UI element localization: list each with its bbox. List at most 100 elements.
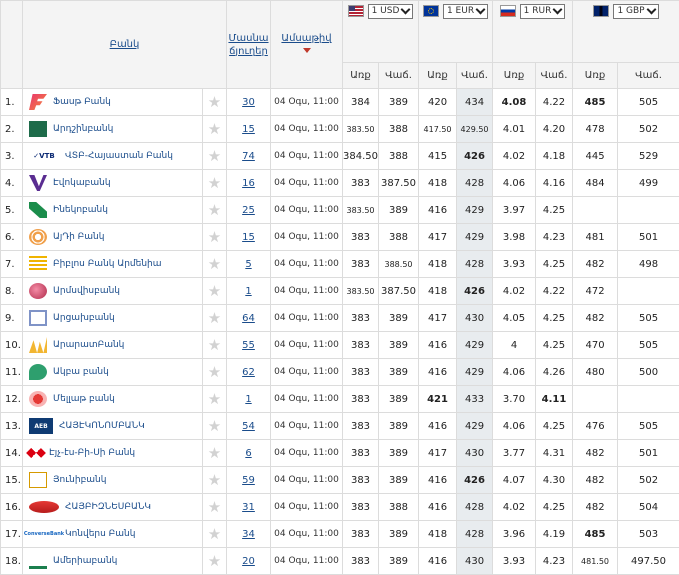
bank-name-link[interactable]: Էվոկաբանկ: [53, 178, 111, 188]
bank-name-link[interactable]: Կոնվերս Բանկ: [65, 529, 135, 539]
bank-name-cell[interactable]: Ամերիաբանկ: [23, 548, 203, 575]
branches-count[interactable]: 59: [227, 467, 271, 494]
star-icon[interactable]: ★: [208, 525, 221, 543]
branches-count[interactable]: 62: [227, 359, 271, 386]
bank-name-cell[interactable]: Էվոկաբանկ: [23, 170, 203, 197]
branches-count[interactable]: 1: [227, 278, 271, 305]
bank-name-cell[interactable]: ՀԱՅԲԻԶՆԵՍԲԱՆԿ: [23, 494, 203, 521]
branches-count[interactable]: 64: [227, 305, 271, 332]
favorite-star-cell[interactable]: ★: [203, 170, 227, 197]
star-icon[interactable]: ★: [208, 282, 221, 300]
bank-name-cell[interactable]: ✓VTBՎՏԲ-Հայաստան Բանկ: [23, 143, 203, 170]
bank-name-cell[interactable]: Արդշինբանկ: [23, 116, 203, 143]
favorite-star-cell[interactable]: ★: [203, 440, 227, 467]
branches-count[interactable]: 5: [227, 251, 271, 278]
branches-column-header[interactable]: Մասնա ճյուղեր: [227, 1, 271, 89]
gbp-buy-rate: 480: [573, 359, 618, 386]
star-icon[interactable]: ★: [208, 174, 221, 192]
star-icon[interactable]: ★: [208, 228, 221, 246]
favorite-star-cell[interactable]: ★: [203, 143, 227, 170]
favorite-star-cell[interactable]: ★: [203, 332, 227, 359]
branches-count[interactable]: 1: [227, 386, 271, 413]
star-icon[interactable]: ★: [208, 390, 221, 408]
bank-name-link[interactable]: Ամերիաբանկ: [53, 556, 117, 566]
star-icon[interactable]: ★: [208, 363, 221, 381]
favorite-star-cell[interactable]: ★: [203, 548, 227, 575]
bank-name-link[interactable]: Արմսվիսբանկ: [53, 286, 120, 296]
date-column-header[interactable]: Ամսաթիվ: [271, 1, 343, 89]
branches-count[interactable]: 15: [227, 224, 271, 251]
bank-name-link[interactable]: ՀԱՅԷԿՈՆՈՄԲԱՆԿ: [59, 421, 145, 431]
star-icon[interactable]: ★: [208, 471, 221, 489]
bank-name-cell[interactable]: Ինեկոբանկ: [23, 197, 203, 224]
bank-name-cell[interactable]: Արմսվիսբանկ: [23, 278, 203, 305]
bank-name-link[interactable]: Բիբլոս Բանկ Արմենիա: [53, 259, 162, 269]
bank-name-link[interactable]: ԱյԴի Բանկ: [53, 232, 104, 242]
bank-name-cell[interactable]: Յունիբանկ: [23, 467, 203, 494]
branches-count[interactable]: 55: [227, 332, 271, 359]
branches-count[interactable]: 31: [227, 494, 271, 521]
bank-name-link[interactable]: ՎՏԲ-Հայաստան Բանկ: [65, 151, 173, 161]
bank-name-cell[interactable]: Բիբլոս Բանկ Արմենիա: [23, 251, 203, 278]
bank-name-link[interactable]: Մելլաթ բանկ: [53, 394, 115, 404]
favorite-star-cell[interactable]: ★: [203, 116, 227, 143]
bank-name-cell[interactable]: ConverseBankԿոնվերս Բանկ: [23, 521, 203, 548]
star-icon[interactable]: ★: [208, 444, 221, 462]
bank-name-link[interactable]: ԱրարատԲանկ: [53, 340, 124, 350]
bank-name-link[interactable]: Ֆասթ Բանկ: [53, 97, 111, 107]
bank-name-link[interactable]: Ակբա բանկ: [53, 367, 109, 377]
branches-count[interactable]: 74: [227, 143, 271, 170]
bank-name-link[interactable]: Արցախբանկ: [53, 313, 115, 323]
rur-select[interactable]: 1 RUR: [520, 4, 566, 19]
favorite-star-cell[interactable]: ★: [203, 224, 227, 251]
favorite-star-cell[interactable]: ★: [203, 413, 227, 440]
bank-name-cell[interactable]: Էյչ-էս-Բի-Սի Բանկ: [23, 440, 203, 467]
branches-count[interactable]: 25: [227, 197, 271, 224]
star-icon[interactable]: ★: [208, 552, 221, 570]
favorite-star-cell[interactable]: ★: [203, 278, 227, 305]
favorite-star-cell[interactable]: ★: [203, 494, 227, 521]
favorite-star-cell[interactable]: ★: [203, 197, 227, 224]
eur-select[interactable]: 1 EUR: [443, 4, 488, 19]
star-icon[interactable]: ★: [208, 417, 221, 435]
bank-name-cell[interactable]: Ֆասթ Բանկ: [23, 89, 203, 116]
branches-count[interactable]: 34: [227, 521, 271, 548]
update-date: 04 Օգս, 11:00: [271, 170, 343, 197]
bank-name-link[interactable]: ՀԱՅԲԻԶՆԵՍԲԱՆԿ: [65, 502, 151, 512]
star-icon[interactable]: ★: [208, 201, 221, 219]
branches-count[interactable]: 20: [227, 548, 271, 575]
star-icon[interactable]: ★: [208, 309, 221, 327]
star-icon[interactable]: ★: [208, 93, 221, 111]
bank-name-link[interactable]: Ինեկոբանկ: [53, 205, 108, 215]
branches-count[interactable]: 54: [227, 413, 271, 440]
favorite-star-cell[interactable]: ★: [203, 521, 227, 548]
favorite-star-cell[interactable]: ★: [203, 89, 227, 116]
bank-name-cell[interactable]: Ակբա բանկ: [23, 359, 203, 386]
bank-name-link[interactable]: Յունիբանկ: [53, 475, 106, 485]
bank-name-cell[interactable]: AEBՀԱՅԷԿՈՆՈՄԲԱՆԿ: [23, 413, 203, 440]
bank-name-link[interactable]: Արդշինբանկ: [53, 124, 113, 134]
bank-name-cell[interactable]: ԱրարատԲանկ: [23, 332, 203, 359]
star-icon[interactable]: ★: [208, 498, 221, 516]
star-icon[interactable]: ★: [208, 336, 221, 354]
favorite-star-cell[interactable]: ★: [203, 467, 227, 494]
favorite-star-cell[interactable]: ★: [203, 305, 227, 332]
star-icon[interactable]: ★: [208, 255, 221, 273]
favorite-star-cell[interactable]: ★: [203, 359, 227, 386]
bank-name-link[interactable]: Էյչ-էս-Բի-Սի Բանկ: [49, 448, 135, 458]
branches-count[interactable]: 30: [227, 89, 271, 116]
bank-name-cell[interactable]: ԱյԴի Բանկ: [23, 224, 203, 251]
bank-column-header[interactable]: Բանկ: [23, 1, 227, 89]
star-icon[interactable]: ★: [208, 147, 221, 165]
ardshin-logo-icon: [29, 121, 47, 137]
star-icon[interactable]: ★: [208, 120, 221, 138]
bank-name-cell[interactable]: Մելլաթ բանկ: [23, 386, 203, 413]
branches-count[interactable]: 15: [227, 116, 271, 143]
branches-count[interactable]: 16: [227, 170, 271, 197]
favorite-star-cell[interactable]: ★: [203, 386, 227, 413]
favorite-star-cell[interactable]: ★: [203, 251, 227, 278]
usd-select[interactable]: 1 USD: [368, 4, 414, 19]
branches-count[interactable]: 6: [227, 440, 271, 467]
gbp-select[interactable]: 1 GBP: [613, 4, 658, 19]
bank-name-cell[interactable]: Արցախբանկ: [23, 305, 203, 332]
